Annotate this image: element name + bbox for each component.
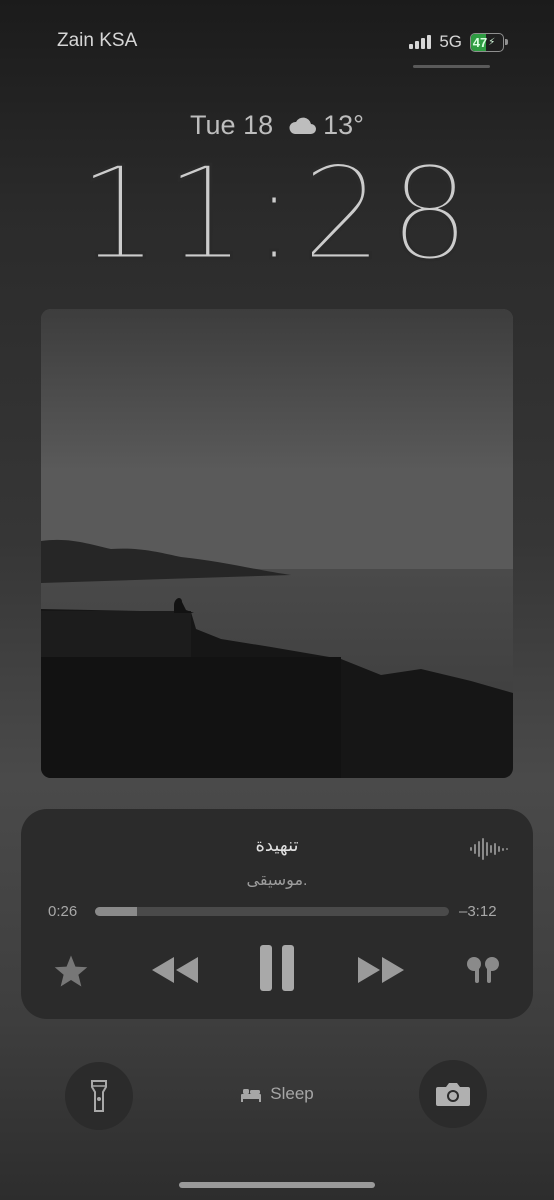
cellular-signal-icon — [409, 35, 432, 49]
favorite-button[interactable] — [50, 950, 92, 992]
fast-forward-icon — [358, 957, 404, 983]
artwork-image — [41, 309, 513, 778]
audio-output-button[interactable] — [462, 952, 504, 988]
cloud-icon — [289, 117, 317, 134]
song-artist[interactable]: موسيقى. — [0, 870, 554, 890]
camera-button[interactable] — [419, 1060, 487, 1128]
rewind-icon — [152, 957, 198, 983]
camera-icon — [436, 1083, 470, 1106]
date-label: Tue 18 — [190, 110, 274, 140]
previous-track-button[interactable] — [146, 950, 202, 990]
status-icons: 5G 47 ⚡ — [409, 32, 508, 52]
audio-waveform-icon[interactable] — [470, 838, 508, 860]
battery-percent: 47 — [472, 34, 488, 50]
sleep-label: Sleep — [270, 1084, 314, 1103]
bed-icon — [241, 1089, 262, 1102]
weather-widget[interactable]: 13° — [287, 110, 364, 141]
control-center-indicator[interactable] — [413, 65, 490, 68]
album-artwork[interactable] — [41, 309, 513, 778]
temperature: 13° — [323, 110, 364, 140]
play-pause-button[interactable] — [255, 940, 299, 996]
battery-icon: 47 ⚡ — [470, 32, 508, 52]
next-track-button[interactable] — [354, 950, 410, 990]
date-weather-row: Tue 18 13° — [0, 110, 554, 141]
pause-icon — [260, 945, 294, 991]
carrier-name: Zain KSA — [57, 30, 138, 51]
progress-scrubber[interactable] — [95, 907, 449, 916]
home-indicator[interactable] — [179, 1182, 375, 1188]
remaining-time: –3:12 — [459, 903, 497, 920]
elapsed-time: 0:26 — [48, 903, 78, 920]
clock-time: 11:28 — [76, 140, 477, 289]
airpods-icon — [467, 957, 499, 983]
network-type: 5G — [439, 32, 462, 51]
progress-fill — [95, 907, 138, 916]
star-icon — [54, 955, 88, 987]
